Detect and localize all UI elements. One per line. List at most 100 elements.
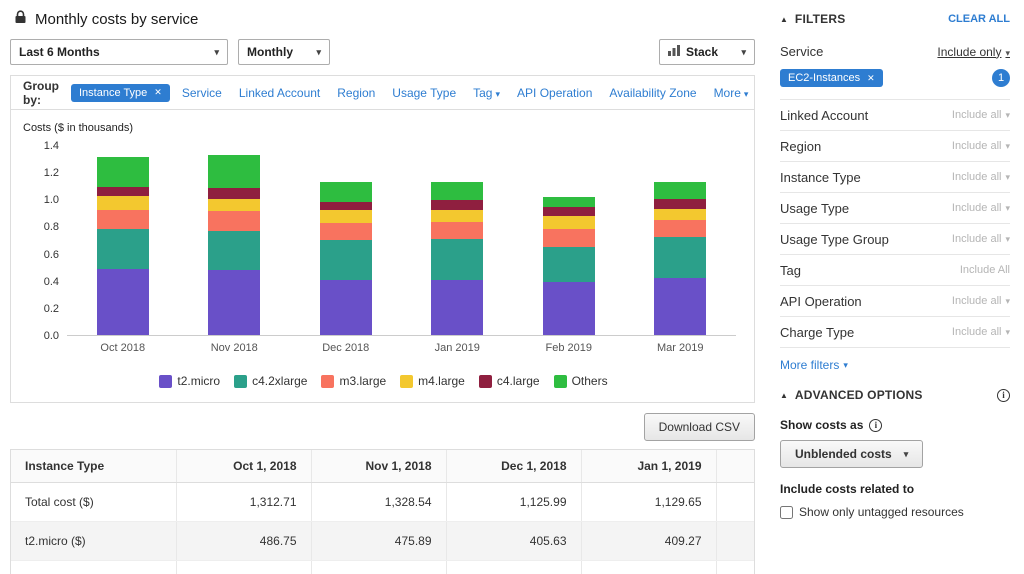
bar-segment-c4-2xlarge[interactable]: [654, 237, 706, 278]
chart-style-select[interactable]: Stack ▾: [659, 39, 755, 65]
stacked-bar-mar-2019[interactable]: [654, 182, 706, 335]
bar-segment-t2-micro[interactable]: [208, 270, 260, 335]
bar-segment-m3-large[interactable]: [543, 229, 595, 247]
chevron-down-icon: ▾: [308, 47, 321, 58]
chevron-down-icon: ▾: [741, 89, 749, 99]
stacked-bar-feb-2019[interactable]: [543, 197, 595, 335]
service-filter-chip[interactable]: EC2-Instances ✕: [780, 69, 883, 87]
close-icon[interactable]: ✕: [867, 73, 875, 84]
groupby-link-service[interactable]: Service: [182, 86, 222, 100]
bar-segment-t2-micro[interactable]: [431, 280, 483, 336]
legend-item-m4-large[interactable]: m4.large: [400, 374, 465, 388]
row-value: 296.11: [176, 561, 311, 574]
bar-segment-m4-large[interactable]: [543, 216, 595, 230]
bar-segment-m4-large[interactable]: [97, 196, 149, 210]
groupby-active-chip[interactable]: Instance Type ✕: [71, 84, 170, 102]
bar-segment-c4-2xlarge[interactable]: [97, 229, 149, 269]
groupby-link-usage-type[interactable]: Usage Type: [392, 86, 456, 100]
bar-segment-t2-micro[interactable]: [97, 269, 149, 335]
bar-segment-c4-large[interactable]: [654, 199, 706, 209]
legend-item-m3-large[interactable]: m3.large: [321, 374, 386, 388]
filter-row-charge-type[interactable]: Charge TypeInclude all▾: [780, 317, 1010, 348]
filters-sidebar: ▲ FILTERS CLEAR ALL Service Include only…: [762, 0, 1024, 574]
bar-segment-t2-micro[interactable]: [543, 282, 595, 335]
bar-segment-c4-2xlarge[interactable]: [543, 247, 595, 282]
cost-explorer-app: Monthly costs by service Last 6 Months ▾…: [0, 0, 1024, 574]
groupby-link-region[interactable]: Region: [337, 86, 375, 100]
filter-row-usage-type[interactable]: Usage TypeInclude all▾: [780, 193, 1010, 224]
bar-segment-m4-large[interactable]: [431, 210, 483, 222]
bar-segment-c4-2xlarge[interactable]: [431, 239, 483, 279]
groupby-link-api-operation[interactable]: API Operation: [517, 86, 592, 100]
groupby-link-more[interactable]: More▾: [714, 86, 749, 100]
filter-row-api-operation[interactable]: API OperationInclude all▾: [780, 286, 1010, 317]
bar-segment-others[interactable]: [208, 155, 260, 188]
bar-segment-m4-large[interactable]: [654, 209, 706, 220]
bar-segment-m4-large[interactable]: [208, 199, 260, 211]
stacked-bar-nov-2018[interactable]: [208, 155, 260, 335]
service-include-mode[interactable]: Include only▾: [937, 45, 1010, 59]
bar-segment-m3-large[interactable]: [97, 210, 149, 229]
bar-segment-m3-large[interactable]: [208, 211, 260, 231]
bar-segment-others[interactable]: [543, 197, 595, 208]
service-include-mode-label: Include only: [937, 45, 1001, 59]
bar-segment-others[interactable]: [320, 182, 372, 202]
bar-segment-c4-2xlarge[interactable]: [320, 240, 372, 280]
legend-item-c4-large[interactable]: c4.large: [479, 374, 540, 388]
date-range-select[interactable]: Last 6 Months ▾: [10, 39, 228, 65]
bar-segment-m4-large[interactable]: [320, 210, 372, 224]
toolbar: Last 6 Months ▾ Monthly ▾ Stack ▾: [10, 39, 755, 65]
bar-segment-others[interactable]: [654, 182, 706, 200]
legend-item-others[interactable]: Others: [554, 374, 608, 388]
info-icon[interactable]: i: [997, 389, 1010, 402]
bar-segment-t2-micro[interactable]: [654, 278, 706, 335]
legend-label: m4.large: [418, 374, 465, 388]
more-filters-link[interactable]: More filters ▾: [780, 358, 848, 372]
lock-icon: [14, 10, 27, 29]
y-tick-label: 0.4: [44, 276, 59, 288]
bar-segment-c4-large[interactable]: [431, 200, 483, 210]
groupby-link-availability-zone[interactable]: Availability Zone: [609, 86, 696, 100]
bar-segment-m3-large[interactable]: [431, 222, 483, 240]
collapse-triangle-icon[interactable]: ▲: [780, 15, 788, 24]
groupby-link-linked-account[interactable]: Linked Account: [239, 86, 320, 100]
untagged-resources-checkbox[interactable]: [780, 506, 793, 519]
bar-segment-c4-large[interactable]: [208, 188, 260, 199]
close-icon[interactable]: ✕: [154, 87, 162, 98]
filter-row-usage-type-group[interactable]: Usage Type GroupInclude all▾: [780, 224, 1010, 255]
bar-segment-others[interactable]: [97, 157, 149, 188]
download-csv-button[interactable]: Download CSV: [644, 413, 755, 441]
bar-segment-m3-large[interactable]: [654, 220, 706, 238]
collapse-triangle-icon[interactable]: ▲: [780, 391, 788, 400]
bar-segment-m3-large[interactable]: [320, 223, 372, 239]
bar-segment-t2-micro[interactable]: [320, 280, 372, 335]
stacked-bar-dec-2018[interactable]: [320, 182, 372, 335]
x-tick-label: Feb 2019: [513, 342, 625, 354]
stacked-bar-oct-2018[interactable]: [97, 157, 149, 335]
untagged-resources-row[interactable]: Show only untagged resources: [780, 505, 1010, 519]
bar-segment-c4-large[interactable]: [97, 187, 149, 196]
stacked-bar-jan-2019[interactable]: [431, 182, 483, 335]
filter-row-service[interactable]: Service Include only▾: [780, 36, 1010, 67]
filter-row-linked-account[interactable]: Linked AccountInclude all▾: [780, 100, 1010, 131]
legend-label: c4.2xlarge: [252, 374, 307, 388]
bar-segment-others[interactable]: [431, 182, 483, 200]
clear-all-link[interactable]: CLEAR ALL: [948, 13, 1010, 25]
granularity-select[interactable]: Monthly ▾: [238, 39, 330, 65]
filter-row-tag[interactable]: TagInclude All: [780, 255, 1010, 286]
y-tick-label: 0.8: [44, 221, 59, 233]
groupby-link-tag[interactable]: Tag▾: [473, 86, 500, 100]
legend-item-c4-2xlarge[interactable]: c4.2xlarge: [234, 374, 307, 388]
cost-table-card: Instance TypeOct 1, 2018Nov 1, 2018Dec 1…: [10, 449, 755, 574]
bar-segment-c4-large[interactable]: [320, 202, 372, 210]
legend-item-t2-micro[interactable]: t2.micro: [159, 374, 220, 388]
filter-row-region[interactable]: RegionInclude all▾: [780, 131, 1010, 162]
filter-label: Usage Type: [780, 201, 849, 216]
plot-wrap: 0.00.20.40.60.81.01.21.4: [67, 146, 736, 336]
info-icon[interactable]: i: [869, 419, 882, 432]
filter-row-instance-type[interactable]: Instance TypeInclude all▾: [780, 162, 1010, 193]
bar-segment-c4-2xlarge[interactable]: [208, 231, 260, 270]
cost-type-select[interactable]: Unblended costs ▾: [780, 440, 923, 468]
bar-segment-c4-large[interactable]: [543, 207, 595, 215]
chart-axis-title: Costs ($ in thousands): [23, 122, 746, 134]
